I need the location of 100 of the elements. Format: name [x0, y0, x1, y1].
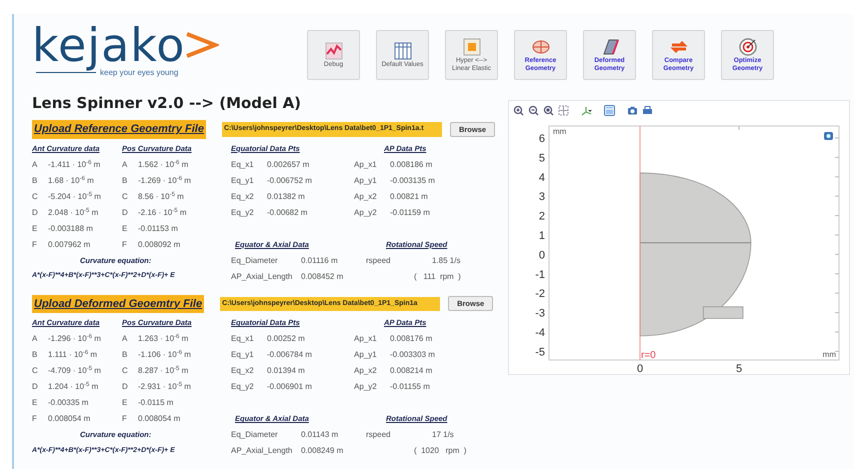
field-label: AP_Axial_Length [231, 270, 294, 282]
field-value: 8.287 · 10$^{-5}$ m [138, 365, 188, 377]
x-unit-label: mm [822, 350, 836, 359]
field-label: Eq_y2 [231, 206, 255, 218]
field-value: 0.00821 m [390, 190, 428, 202]
field-value: 0.008054 m [138, 413, 180, 425]
field-label: Eq_x2 [231, 365, 255, 377]
y-tick-label: 1 [538, 230, 545, 242]
field-label: C [122, 190, 129, 202]
field-value: 0.002657 m [267, 158, 310, 170]
y-unit-label: mm [553, 127, 566, 136]
zoom-out-icon[interactable] [528, 105, 539, 116]
field-label: B [32, 349, 38, 361]
field-value: 0.01394 m [267, 365, 305, 377]
field-label: E [32, 397, 38, 409]
field-label: B [122, 174, 128, 186]
field-label: Eq_y2 [231, 381, 255, 393]
zoom-in-icon[interactable] [513, 105, 524, 116]
y-tick-label: -1 [535, 268, 545, 281]
field-value: 1.111 · 10$^{-6}$ m [48, 349, 98, 361]
field-value: 1.562 · 10$^{-6}$ m [138, 158, 188, 170]
field-label: E [32, 222, 38, 234]
field-label: Ap_y2 [354, 206, 378, 218]
upload-link[interactable]: Upload Reference Geoemtry File [32, 120, 206, 138]
field-value: 0.008176 m [390, 333, 432, 345]
field-value: 1.263 · 10$^{-6}$ m [138, 333, 188, 345]
field-value: -4.709 · 10$^{-5}$ m [48, 365, 101, 377]
x-tick-label: 0 [636, 363, 644, 375]
field-value: -1.296 · 10$^{-6}$ m [48, 333, 101, 345]
field-value: 0.01143 m [301, 429, 338, 441]
axes-icon[interactable] [581, 105, 592, 116]
grid-toggle-icon[interactable] [604, 105, 615, 116]
field-value: 1.204 · 10$^{-5}$ m [48, 381, 98, 393]
field-label: AP_Axial_Length [231, 445, 294, 457]
field-value: 0.008249 m [301, 445, 344, 457]
field-label: Eq_y1 [231, 349, 255, 361]
y-tick-label: -2 [535, 288, 545, 300]
field-value: 2.048 · 10$^{-5}$ m [48, 206, 98, 218]
field-value: -0.006752 m [267, 174, 312, 186]
field-label: A [122, 333, 128, 345]
field-value: -0.01159 m [390, 206, 430, 218]
field-label: A [32, 158, 38, 170]
field-label: Ap_y1 [354, 174, 378, 186]
field-label: F [32, 238, 38, 250]
field-label: Eq_Diameter [231, 254, 279, 266]
field-label: E [122, 222, 128, 234]
y-tick-label: 0 [538, 249, 545, 262]
rpm-value: ( 111 rpm ) [414, 270, 462, 282]
field-value: -0.0115 m [138, 397, 174, 409]
field-label: Eq_x1 [231, 333, 255, 345]
field-label: B [122, 349, 128, 361]
y-tick-label: 2 [538, 210, 545, 223]
field-label: A [122, 158, 128, 170]
zoom-box-icon[interactable] [543, 105, 554, 116]
field-value: -0.00335 m [48, 397, 88, 409]
x-tick-label: 5 [736, 363, 742, 375]
field-value: -0.003135 m [390, 174, 435, 186]
field-value: -1.106 · 10$^{-6}$ m [138, 349, 191, 361]
field-label: Eq_Diameter [231, 429, 279, 441]
field-label: C [32, 365, 39, 377]
chart-icon [324, 41, 344, 61]
field-label: Eq_x1 [231, 158, 255, 170]
field-value: -0.00682 m [267, 206, 308, 218]
field-label: Eq_x2 [231, 190, 255, 202]
field-value: -1.411 · 10$^{-6}$ m [48, 158, 100, 170]
field-label: C [32, 190, 39, 202]
field-value: 0.007962 m [48, 238, 90, 250]
camera-icon[interactable] [627, 105, 638, 116]
field-label: D [122, 381, 129, 393]
field-value: 0.008186 m [390, 158, 432, 170]
field-label: A [32, 333, 38, 345]
upload-link[interactable]: Upload Deformed Geoemtry File [32, 294, 204, 313]
field-value: 0.008452 m [301, 270, 344, 282]
field-value: 8.56 · 10$^{-5}$ m [138, 190, 184, 202]
field-label: Ap_x2 [354, 365, 378, 377]
field-label: B [32, 174, 38, 186]
field-label: Ap_x1 [354, 158, 378, 170]
field-label: D [32, 206, 39, 218]
field-label: Ap_y2 [354, 381, 378, 393]
table-icon [392, 41, 412, 61]
eye-chevron-icon [185, 30, 220, 60]
field-value: -1.269 · 10$^{-6}$ m [138, 174, 191, 186]
y-tick-label: -3 [535, 308, 545, 320]
y-tick-label: 3 [538, 191, 545, 204]
print-icon[interactable] [642, 105, 653, 116]
zoom-extents-icon[interactable] [558, 105, 569, 116]
field-value: -0.003303 m [390, 349, 435, 361]
target-icon [738, 37, 758, 57]
field-label: D [32, 381, 39, 393]
field-value: -0.01155 m [390, 381, 430, 393]
field-label: C [122, 365, 129, 377]
field-value: -0.006784 m [267, 349, 312, 361]
field-label: rspeed [366, 254, 392, 266]
y-tick-label: 6 [538, 133, 545, 145]
field-label: Ap_y1 [354, 349, 378, 361]
logo-tagline: keep your eyes young [100, 68, 178, 77]
field-value: -0.006901 m [267, 381, 312, 393]
field-value: 0.008214 m [390, 365, 432, 377]
app-title: Lens Spinner v2.0 --> (Model A) [32, 94, 302, 112]
view-cube-icon[interactable] [824, 132, 833, 140]
